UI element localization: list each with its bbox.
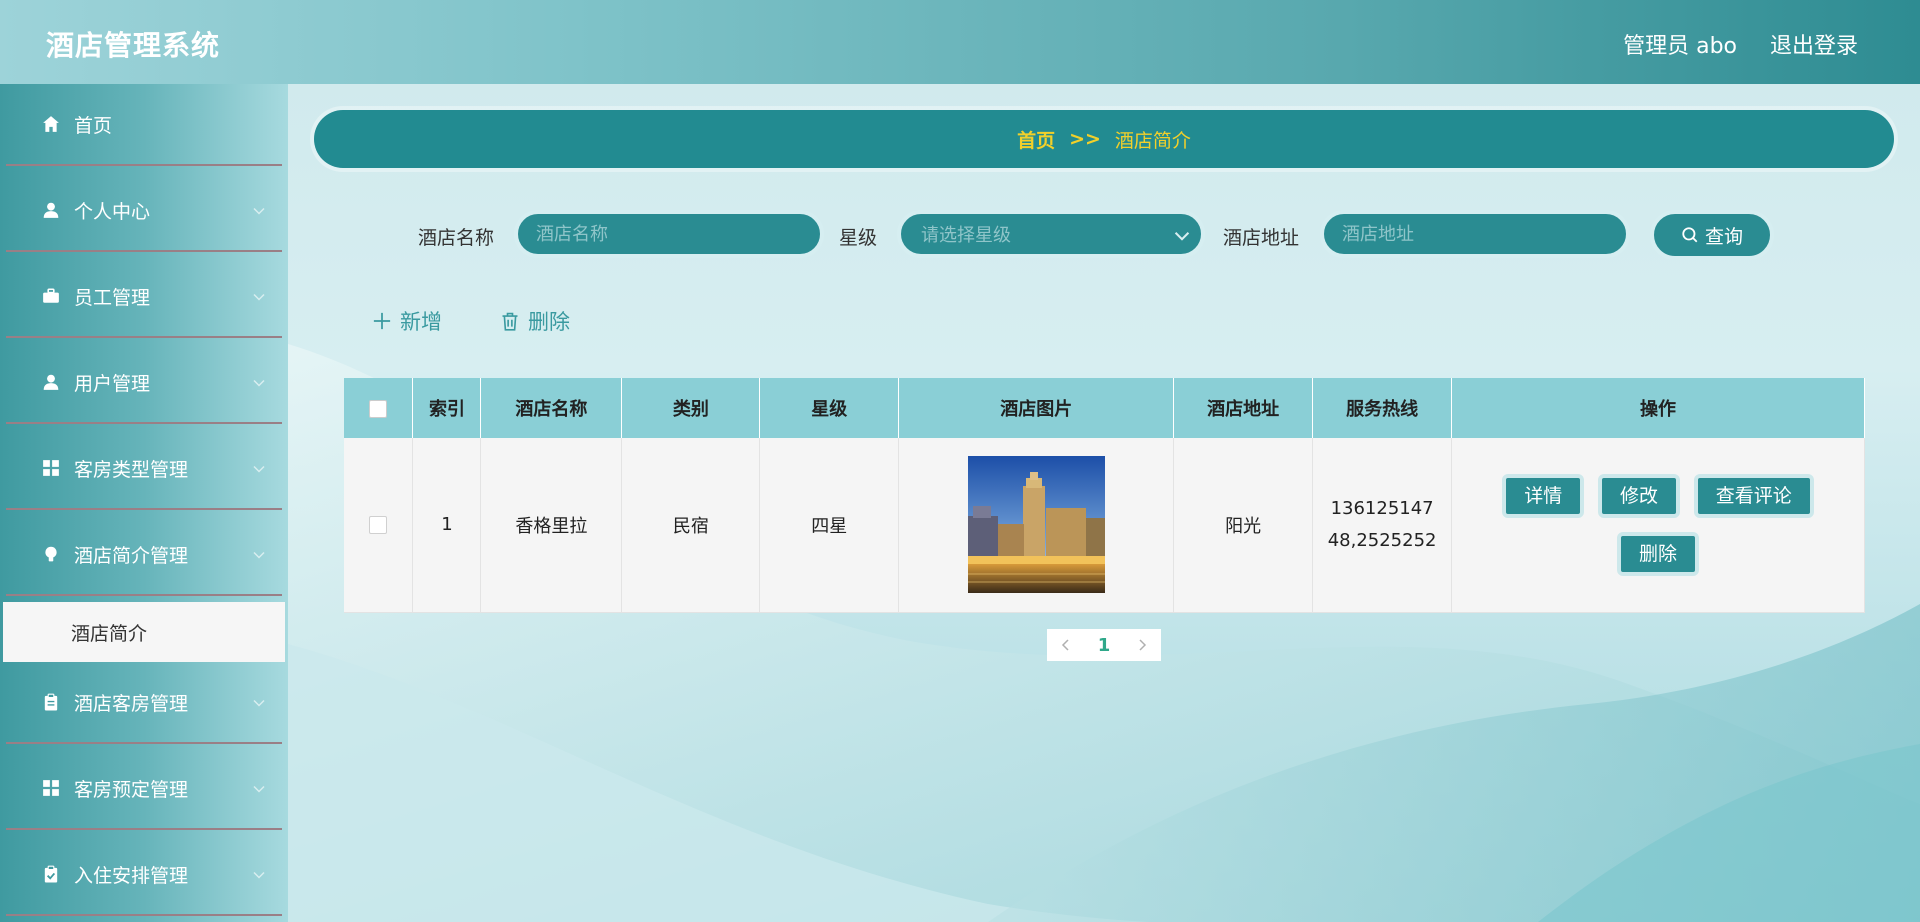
home-icon — [41, 114, 61, 134]
cell-star: 四星 — [759, 438, 900, 613]
star-select-placeholder: 请选择星级 — [921, 225, 1011, 246]
plus-icon — [373, 312, 391, 330]
logout-link[interactable]: 退出登录 — [1770, 28, 1858, 60]
chevron-down-icon — [1174, 232, 1190, 241]
cell-hotline: 136125147 48,2525252 — [1312, 438, 1453, 613]
breadcrumb-separator: >> — [1069, 128, 1101, 150]
view-comments-button[interactable]: 查看评论 — [1693, 473, 1814, 518]
row-select-cell — [344, 438, 414, 613]
hotel-table: 索引 酒店名称 类别 星级 酒店图片 酒店地址 服务热线 操作 1 香格里拉 民… — [344, 378, 1865, 613]
sidebar-item-label: 酒店简介管理 — [74, 544, 189, 567]
breadcrumb-home[interactable]: 首页 — [1017, 126, 1055, 153]
chevron-down-icon — [253, 207, 265, 215]
delete-button[interactable]: 删除 — [500, 304, 570, 338]
edit-button[interactable]: 修改 — [1598, 473, 1681, 518]
breadcrumb: 首页 >> 酒店简介 — [314, 110, 1894, 168]
grid-icon — [41, 458, 61, 478]
chevron-down-icon — [253, 699, 265, 707]
sidebar-subitem-label: 酒店简介 — [71, 622, 148, 645]
grid-icon — [41, 778, 61, 798]
query-button[interactable]: 查询 — [1650, 210, 1774, 260]
sidebar-item-label: 首页 — [74, 114, 113, 137]
table-header-row: 索引 酒店名称 类别 星级 酒店图片 酒店地址 服务热线 操作 — [344, 378, 1865, 438]
select-all-cell — [344, 378, 414, 438]
chevron-down-icon — [253, 785, 265, 793]
chevron-down-icon — [253, 871, 265, 879]
sidebar-item-label: 客房预定管理 — [74, 778, 189, 801]
app-title: 酒店管理系统 — [46, 29, 221, 62]
star-label: 星级 — [839, 227, 878, 249]
select-all-checkbox[interactable] — [369, 399, 388, 418]
cell-index: 1 — [412, 438, 482, 613]
table-row: 1 香格里拉 民宿 四星 阳光 136125147 48,2525252 详情 … — [344, 438, 1865, 613]
hotline-line-2: 48,2525252 — [1327, 529, 1437, 551]
hotline-line-1: 136125147 — [1330, 497, 1434, 519]
add-label: 新增 — [400, 310, 442, 334]
cell-image — [898, 438, 1175, 613]
sidebar-item-room-booking[interactable]: 客房预定管理 — [6, 748, 282, 830]
next-page-icon[interactable] — [1135, 638, 1149, 652]
trash-icon — [502, 312, 518, 331]
chevron-down-icon — [253, 379, 265, 387]
chevron-down-icon — [253, 551, 265, 559]
hotel-name-label: 酒店名称 — [418, 227, 495, 249]
breadcrumb-current: 酒店简介 — [1114, 129, 1191, 152]
sidebar-item-label: 用户管理 — [74, 372, 151, 395]
col-header-index: 索引 — [412, 378, 482, 438]
bulb-icon — [41, 544, 61, 564]
prev-page-icon[interactable] — [1059, 638, 1073, 652]
star-select[interactable]: 请选择星级 — [897, 210, 1205, 258]
sidebar: 首页 个人中心 员工管理 用户管理 客房类型管理 酒店简介管理 酒店简介 酒店客… — [0, 84, 288, 922]
hotel-name-input[interactable] — [514, 210, 824, 258]
chevron-down-icon — [253, 465, 265, 473]
sidebar-item-label: 客房类型管理 — [74, 458, 189, 481]
chevron-down-icon — [253, 293, 265, 301]
sidebar-subitem-hotel-intro[interactable]: 酒店简介 — [3, 602, 285, 662]
briefcase-icon — [41, 286, 61, 306]
col-header-hotline: 服务热线 — [1312, 378, 1453, 438]
person-icon — [41, 200, 61, 220]
sidebar-item-room-types[interactable]: 客房类型管理 — [6, 428, 282, 510]
delete-label: 删除 — [528, 310, 570, 334]
col-header-image: 酒店图片 — [898, 378, 1175, 438]
col-header-address: 酒店地址 — [1173, 378, 1314, 438]
current-user: 管理员 abo — [1623, 34, 1737, 59]
col-header-category: 类别 — [621, 378, 761, 438]
cell-operations: 详情 修改 查看评论 删除 — [1451, 438, 1865, 613]
top-header: 酒店管理系统 管理员 abo 退出登录 — [0, 0, 1920, 84]
add-button[interactable]: 新增 — [372, 304, 442, 338]
cell-category: 民宿 — [621, 438, 761, 613]
hotel-photo[interactable] — [967, 456, 1105, 594]
hotel-address-input[interactable] — [1320, 210, 1630, 258]
person-icon — [41, 372, 61, 392]
col-header-name: 酒店名称 — [480, 378, 623, 438]
cell-name: 香格里拉 — [480, 438, 623, 613]
clipboard-icon — [41, 692, 61, 712]
query-label: 查询 — [1704, 225, 1743, 248]
col-header-star: 星级 — [759, 378, 900, 438]
sidebar-item-hotel-rooms[interactable]: 酒店客房管理 — [6, 662, 282, 744]
cell-address: 阳光 — [1173, 438, 1314, 613]
col-header-operations: 操作 — [1451, 378, 1865, 438]
sidebar-item-personal-center[interactable]: 个人中心 — [6, 170, 282, 252]
row-delete-button[interactable]: 删除 — [1617, 531, 1700, 576]
sidebar-item-label: 入住安排管理 — [74, 864, 189, 887]
clipboard-check-icon — [41, 864, 61, 884]
sidebar-item-home[interactable]: 首页 — [6, 84, 282, 166]
sidebar-item-label: 酒店客房管理 — [74, 692, 189, 715]
sidebar-item-hotel-intro[interactable]: 酒店简介管理 — [6, 514, 282, 596]
pagination: 1 — [1047, 629, 1161, 661]
sidebar-item-label: 员工管理 — [74, 286, 151, 309]
hotel-address-label: 酒店地址 — [1223, 227, 1300, 249]
sidebar-item-users[interactable]: 用户管理 — [6, 342, 282, 424]
search-icon — [1682, 227, 1698, 243]
sidebar-item-staff[interactable]: 员工管理 — [6, 256, 282, 338]
detail-button[interactable]: 详情 — [1502, 473, 1585, 518]
sidebar-item-checkin[interactable]: 入住安排管理 — [6, 834, 282, 916]
page-number[interactable]: 1 — [1098, 635, 1111, 656]
row-checkbox[interactable] — [369, 516, 388, 535]
sidebar-item-label: 个人中心 — [74, 200, 151, 223]
